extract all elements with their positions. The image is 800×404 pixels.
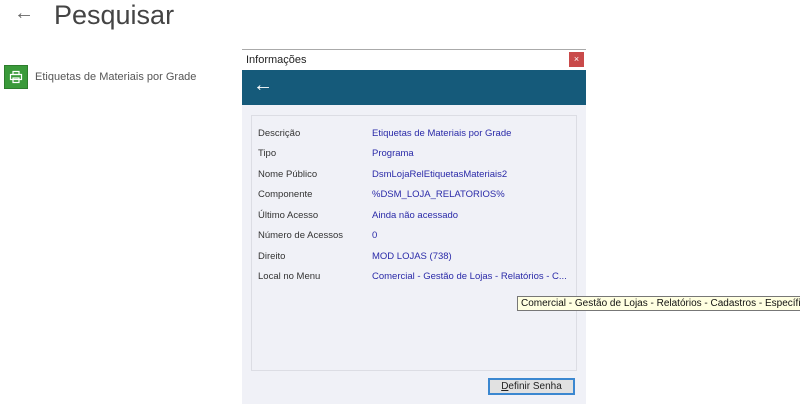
info-row: Tipo Programa: [258, 148, 578, 162]
info-row: Último Acesso Ainda não acessado: [258, 210, 578, 224]
row-label: Componente: [258, 189, 313, 200]
row-value: %DSM_LOJA_RELATORIOS%: [372, 189, 505, 200]
row-label: Último Acesso: [258, 210, 319, 221]
dialog-title: Informações: [246, 54, 307, 66]
info-row: Descrição Etiquetas de Materiais por Grad…: [258, 128, 578, 142]
row-value: Etiquetas de Materiais por Grade: [372, 128, 512, 139]
printer-icon[interactable]: [4, 65, 28, 89]
info-row: Componente %DSM_LOJA_RELATORIOS%: [258, 189, 578, 203]
row-label: Descrição: [258, 128, 301, 139]
button-label: efinir Senha: [508, 381, 562, 392]
row-label: Nome Público: [258, 169, 318, 180]
info-panel: Descrição Etiquetas de Materiais por Grad…: [251, 115, 577, 371]
back-arrow-icon[interactable]: ←: [253, 74, 273, 97]
dialog-titlebar: Informações ×: [242, 50, 586, 70]
row-value: 0: [372, 230, 378, 241]
row-label: Número de Acessos: [258, 230, 344, 241]
dialog-header: ←: [242, 70, 586, 105]
info-row: Nome Público DsmLojaRelEtiquetasMateriais…: [258, 169, 578, 183]
back-button[interactable]: ←: [14, 2, 34, 25]
row-value: MOD LOJAS (738): [372, 251, 452, 262]
result-item-label[interactable]: Etiquetas de Materiais por Grade: [35, 71, 196, 83]
row-value[interactable]: Comercial - Gestão de Lojas - Relatórios…: [372, 271, 567, 282]
row-label: Direito: [258, 251, 286, 262]
info-row: Direito MOD LOJAS (738): [258, 251, 578, 265]
row-label: Tipo: [258, 148, 277, 159]
define-password-button[interactable]: Definir Senha: [488, 378, 575, 395]
close-button[interactable]: ×: [569, 52, 584, 67]
tooltip: Comercial - Gestão de Lojas - Relatórios…: [517, 296, 800, 311]
info-row: Local no Menu Comercial - Gestão de Lojas…: [258, 271, 578, 285]
info-row: Número de Acessos 0: [258, 230, 578, 244]
info-dialog: Informações × ← Descrição Etiquetas de Ma…: [242, 49, 586, 404]
row-value: DsmLojaRelEtiquetasMateriais2: [372, 169, 508, 180]
row-value: Programa: [372, 148, 414, 159]
page-title: Pesquisar: [54, 0, 175, 30]
row-value: Ainda não acessado: [372, 210, 459, 221]
row-label: Local no Menu: [258, 271, 321, 282]
